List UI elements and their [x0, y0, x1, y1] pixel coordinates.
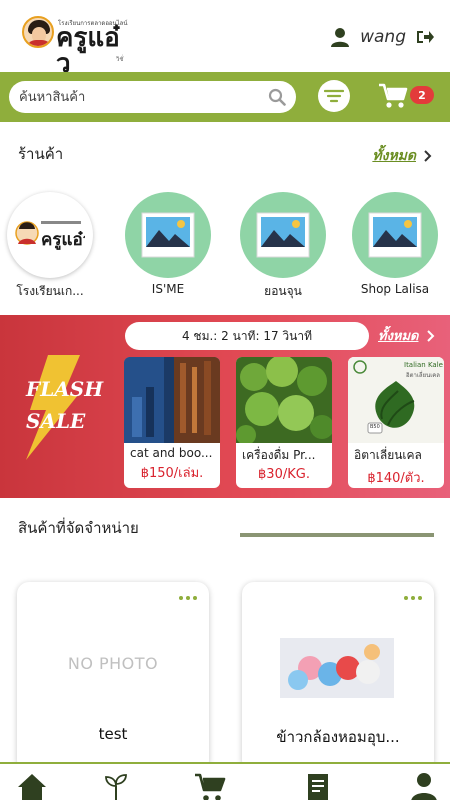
cart-icon[interactable] [378, 82, 408, 110]
user-area: wang [330, 24, 434, 50]
username-label[interactable]: wang [360, 27, 406, 47]
cart-count-badge: 2 [410, 86, 434, 104]
nav-profile[interactable] [404, 772, 444, 800]
product-card[interactable]: NO PHOTO test [17, 582, 209, 772]
flash-product-card[interactable]: เครื่องดื่ม Pr... ฿30/KG. [236, 357, 332, 488]
product-name: ข้าวกล้องหอมอุบ... [276, 728, 400, 746]
logo-main-text: ครูแอ๋ว [56, 23, 120, 79]
logo-tag-text: วิชั่ [116, 56, 124, 63]
search-input[interactable] [19, 89, 259, 105]
kale-sub-label: อิตาเลี่ยนเคล [406, 372, 440, 379]
chevron-right-icon [426, 329, 434, 342]
flash-label-line2: SALE [26, 409, 86, 433]
shop-item[interactable]: Shop Lalisa [350, 192, 440, 296]
nav-home[interactable] [12, 772, 52, 800]
image-placeholder-icon [368, 212, 422, 258]
shop-logo [240, 192, 326, 278]
shop-name: ยอนจุน [264, 284, 302, 298]
section-divider [240, 533, 434, 537]
nav-sprout[interactable] [96, 772, 136, 800]
product-card[interactable]: ข้าวกล้องหอมอุบ... [242, 582, 434, 772]
product-name: test [98, 725, 128, 743]
product-image: Italian Kale อิตาเลี่ยนเคล B50 [348, 357, 444, 443]
shops-see-all-link[interactable]: ทั้งหมด [372, 145, 416, 167]
app-logo[interactable]: โรงเรียนการตลาดออนไลน์ ครูแอ๋ว วิชั่ [22, 14, 132, 77]
shop-name: โรงเรียนเก... [16, 284, 84, 298]
shop-logo [125, 192, 211, 278]
user-icon [411, 773, 437, 800]
shop-item[interactable]: IS'ME [123, 192, 213, 296]
shop-name: IS'ME [151, 282, 185, 296]
logout-icon[interactable] [416, 29, 434, 45]
product-image [236, 357, 332, 443]
shops-see-all[interactable]: ทั้งหมด [372, 145, 432, 167]
flash-product-name: อิตาเลี่ยนเคล [354, 448, 422, 462]
product-image [280, 638, 394, 698]
flash-product-name: เครื่องดื่ม Pr... [242, 448, 316, 462]
kale-weight-label: B50 [370, 424, 380, 430]
school-logo-icon: ครูแอ๋ว [15, 221, 85, 251]
more-options-icon[interactable] [404, 596, 422, 600]
filter-button[interactable] [318, 80, 350, 112]
home-icon [18, 774, 46, 800]
top-header: โรงเรียนการตลาดออนไลน์ ครูแอ๋ว วิชั่ wan… [0, 0, 450, 77]
user-icon[interactable] [330, 27, 350, 47]
shop-logo [352, 192, 438, 278]
sprout-icon [105, 774, 127, 800]
search-box[interactable] [9, 81, 296, 113]
chevron-right-icon [424, 150, 432, 162]
kale-label: Italian Kale [404, 361, 443, 369]
bottom-navigation [0, 762, 450, 800]
flash-product-card[interactable]: cat and boo... ฿150/เล่ม. [124, 357, 220, 488]
shop-name: Shop Lalisa [360, 282, 430, 296]
receipt-icon [308, 774, 328, 800]
shops-list: ครูแอ๋ว โรงเรียนเก... IS'ME ยอนจุน [0, 192, 450, 304]
flash-product-price: ฿150/เล่ม. [140, 466, 204, 481]
no-photo-placeholder: NO PHOTO [67, 654, 159, 673]
flash-product-price: ฿140/ตัว. [367, 471, 425, 486]
image-placeholder-icon [256, 212, 310, 258]
shops-section-title: ร้านค้า [18, 145, 64, 163]
cart-icon [195, 773, 226, 800]
flash-see-all-link[interactable]: ทั้งหมด [378, 325, 419, 346]
lightning-bolt-icon [26, 355, 80, 460]
filter-icon [324, 89, 344, 103]
nav-cart[interactable] [190, 772, 230, 800]
more-options-icon[interactable] [179, 596, 197, 600]
products-section-title: สินค้าที่จัดจำหน่าย [18, 519, 139, 537]
search-icon[interactable] [268, 88, 286, 106]
logo-avatar [22, 16, 54, 48]
image-placeholder-icon [141, 212, 195, 258]
flash-product-card[interactable]: Italian Kale อิตาเลี่ยนเคล B50 อิตาเลี่ย… [348, 357, 444, 488]
flash-product-name: cat and boo... [130, 446, 213, 460]
flash-product-price: ฿30/KG. [258, 467, 310, 482]
shop-item[interactable]: ยอนจุน [238, 192, 328, 301]
flash-label-line1: FLASH [26, 377, 104, 401]
flash-sale-countdown: 4 ชม.: 2 นาที: 17 วินาที [125, 322, 369, 350]
svg-text:ครูแอ๋ว: ครูแอ๋ว [41, 230, 85, 251]
product-image [124, 357, 220, 443]
nav-orders[interactable] [298, 772, 338, 800]
search-bar-strip [0, 72, 450, 122]
shop-item[interactable]: ครูแอ๋ว โรงเรียนเก... [5, 192, 95, 301]
shop-logo: ครูแอ๋ว [7, 192, 93, 278]
flash-see-all[interactable]: ทั้งหมด [378, 325, 435, 346]
